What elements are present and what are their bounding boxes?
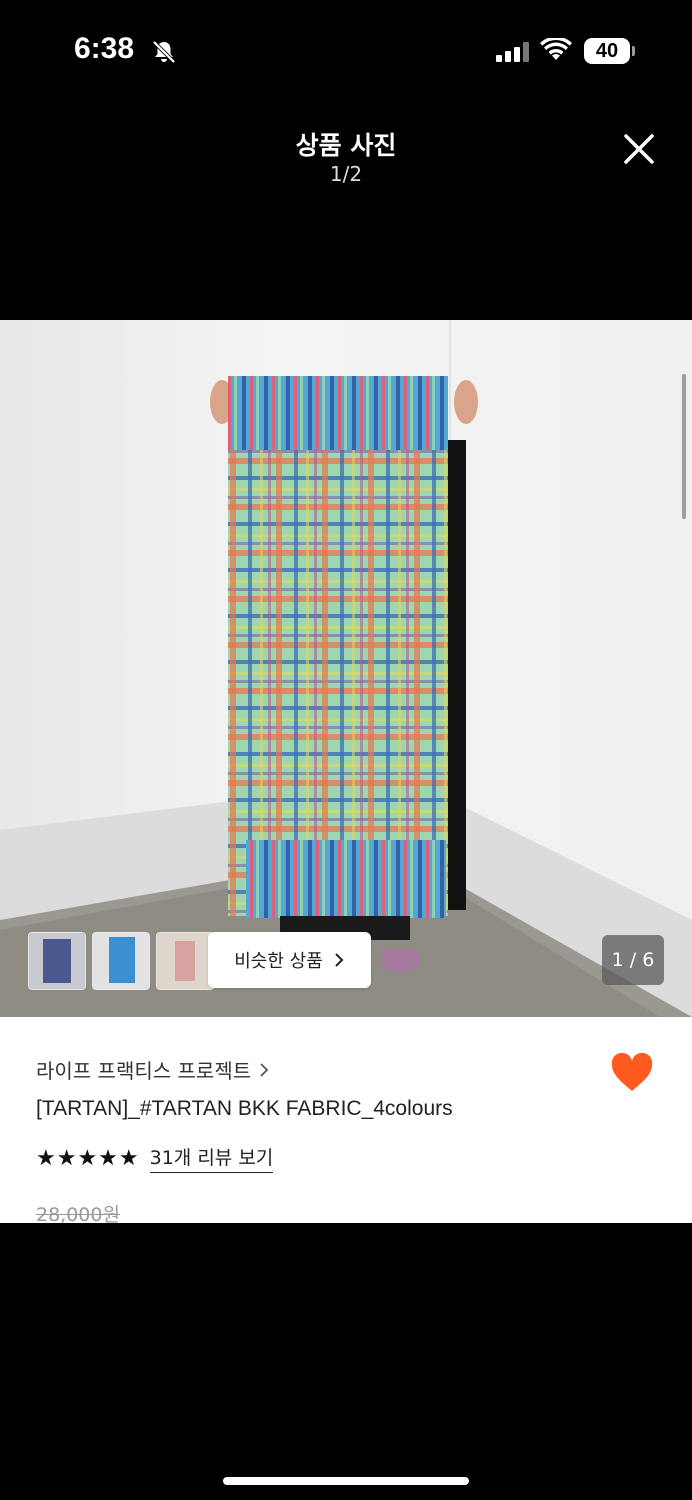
battery-tip: [632, 46, 635, 56]
brand-name: 라이프 프랙티스 프로젝트: [36, 1059, 252, 1083]
page-title: 상품 사진: [295, 131, 397, 160]
thumbnail[interactable]: [28, 932, 86, 990]
photo-counter: 1 / 6: [602, 935, 664, 985]
bell-muted-icon: [150, 38, 178, 70]
product-name: [TARTAN]_#TARTAN BKK FABRIC_4colours: [36, 1097, 453, 1120]
wifi-icon: [540, 36, 572, 66]
product-info: 라이프 프랙티스 프로젝트 [TARTAN]_#TARTAN BKK FABRI…: [0, 1017, 692, 1223]
cellular-signal-icon: [496, 42, 530, 66]
image-page-counter: 1/2: [329, 162, 363, 186]
battery-indicator: 40: [584, 38, 630, 64]
status-bar: 6:38 40: [0, 0, 692, 100]
heart-icon: [611, 1052, 653, 1091]
thumbnail[interactable]: [92, 932, 150, 990]
review-link[interactable]: 31개 리뷰 보기: [149, 1143, 274, 1173]
viewer-header: 상품 사진 1/2: [0, 100, 692, 320]
brand-link[interactable]: 라이프 프랙티스 프로젝트: [36, 1055, 269, 1084]
rating-row: ★★★★★ 31개 리뷰 보기: [36, 1143, 274, 1173]
thumbnail[interactable]: [156, 932, 214, 990]
chevron-right-icon: [260, 1062, 269, 1077]
similar-products-button[interactable]: 비슷한 상품: [208, 932, 371, 988]
scroll-indicator: [682, 374, 686, 519]
chevron-right-icon: [335, 953, 344, 967]
close-button[interactable]: [616, 128, 660, 172]
home-indicator[interactable]: [223, 1477, 469, 1485]
product-card: 비슷한 상품 1 / 6 라이프 프랙티스 프로젝트 [TARTAN]_#TAR…: [0, 320, 692, 1223]
thumbnail-strip: [28, 932, 214, 990]
close-icon: [624, 134, 654, 164]
product-photo[interactable]: 비슷한 상품 1 / 6: [0, 320, 692, 1017]
status-time: 6:38: [74, 32, 135, 65]
similar-products-label: 비슷한 상품: [234, 951, 323, 972]
wishlist-heart-button[interactable]: [610, 1052, 654, 1097]
star-rating-icon: ★★★★★: [36, 1145, 140, 1171]
original-price: 28,000원: [36, 1204, 120, 1223]
